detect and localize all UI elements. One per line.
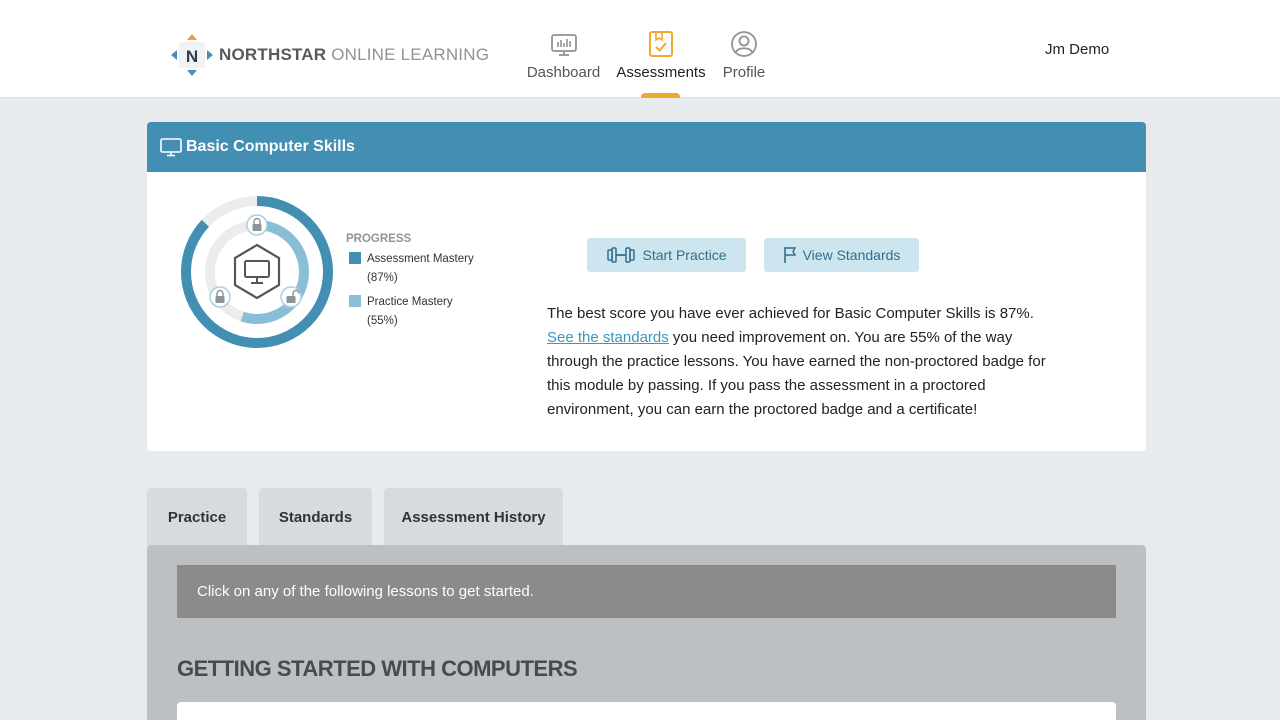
logo-letter: N bbox=[186, 47, 198, 66]
nav-profile[interactable]: Profile bbox=[722, 30, 766, 81]
nav-assessments[interactable]: Assessments bbox=[616, 30, 706, 81]
tab-practice[interactable]: Practice bbox=[147, 488, 247, 546]
summary-text-part1: The best score you have ever achieved fo… bbox=[547, 305, 1034, 322]
flag-icon bbox=[783, 247, 796, 263]
progress-legend: PROGRESS Assessment Mastery (87%) Practi… bbox=[346, 233, 474, 331]
legend-swatch-assessment bbox=[349, 252, 361, 264]
clipboard-check-icon bbox=[649, 31, 673, 57]
view-standards-button[interactable]: View Standards bbox=[764, 238, 919, 272]
view-standards-label: View Standards bbox=[802, 247, 901, 263]
lesson-list-card[interactable] bbox=[177, 702, 1116, 720]
northstar-logo[interactable]: N NORTHSTAR ONLINE LEARNING bbox=[171, 34, 489, 76]
start-practice-button[interactable]: Start Practice bbox=[587, 238, 746, 272]
nav-dashboard[interactable]: Dashboard bbox=[527, 30, 600, 81]
tab-assessment-history[interactable]: Assessment History bbox=[384, 488, 563, 546]
section-title: GETTING STARTED WITH COMPUTERS bbox=[177, 656, 578, 681]
nav-dashboard-label: Dashboard bbox=[526, 64, 601, 81]
nav-profile-label: Profile bbox=[722, 64, 766, 81]
progress-donut-chart bbox=[181, 196, 333, 348]
legend-title: PROGRESS bbox=[346, 233, 412, 245]
legend-assessment-value: (87%) bbox=[367, 272, 398, 284]
legend-swatch-practice bbox=[349, 295, 361, 307]
legend-assessment-label: Assessment Mastery bbox=[367, 253, 474, 265]
northstar-logo-mark-icon: N bbox=[171, 34, 213, 76]
tab-standards[interactable]: Standards bbox=[259, 488, 372, 546]
module-card: Basic Computer Skills PROGRESS Assessmen… bbox=[147, 122, 1146, 451]
unlock-icon-right bbox=[280, 286, 302, 308]
legend-practice-mastery: Practice Mastery (55%) bbox=[346, 293, 474, 331]
see-standards-link[interactable]: See the standards bbox=[547, 329, 669, 346]
lessons-notice: Click on any of the following lessons to… bbox=[177, 565, 1116, 618]
user-circle-icon bbox=[731, 31, 757, 57]
practice-tab-panel: Click on any of the following lessons to… bbox=[147, 545, 1146, 720]
user-name-menu[interactable]: Jm Demo bbox=[1045, 41, 1109, 58]
top-navigation-bar: N NORTHSTAR ONLINE LEARNING Dashboard As… bbox=[0, 0, 1280, 98]
legend-practice-value: (55%) bbox=[367, 315, 398, 327]
module-card-header: Basic Computer Skills bbox=[147, 122, 1146, 172]
progress-summary-text: The best score you have ever achieved fo… bbox=[547, 302, 1062, 422]
monitor-icon bbox=[160, 138, 182, 157]
logo-brand-text: NORTHSTAR bbox=[219, 45, 327, 64]
legend-practice-label: Practice Mastery bbox=[367, 296, 453, 308]
logo-tagline-text: ONLINE LEARNING bbox=[331, 45, 490, 64]
dashboard-monitor-icon bbox=[550, 34, 577, 56]
module-hexagon-monitor-icon bbox=[233, 243, 281, 300]
lock-icon-top bbox=[246, 214, 268, 236]
start-practice-label: Start Practice bbox=[642, 247, 727, 263]
module-title: Basic Computer Skills bbox=[186, 138, 355, 155]
active-nav-indicator bbox=[641, 93, 680, 98]
lock-icon-left bbox=[209, 286, 231, 308]
dumbbell-icon bbox=[607, 247, 636, 263]
nav-assessments-label: Assessments bbox=[616, 64, 706, 81]
legend-assessment-mastery: Assessment Mastery (87%) bbox=[346, 250, 474, 288]
